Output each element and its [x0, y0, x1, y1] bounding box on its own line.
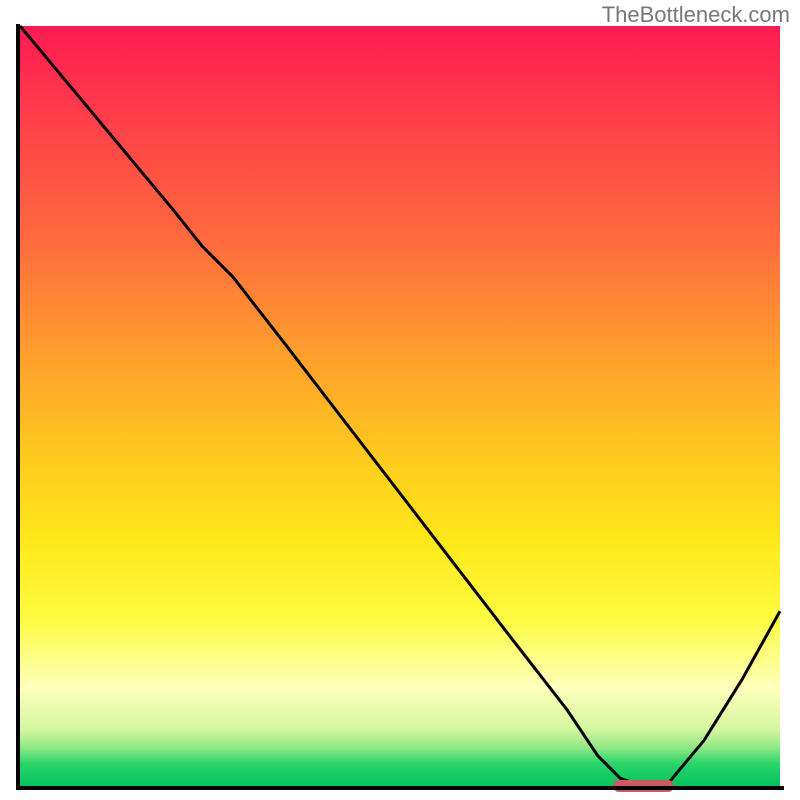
plot-area	[20, 26, 780, 786]
bottleneck-chart: TheBottleneck.com	[0, 0, 800, 800]
y-axis	[16, 24, 20, 790]
bottleneck-curve	[20, 26, 780, 786]
x-axis	[16, 786, 784, 790]
watermark-text: TheBottleneck.com	[602, 2, 790, 28]
curve-svg	[20, 26, 780, 786]
